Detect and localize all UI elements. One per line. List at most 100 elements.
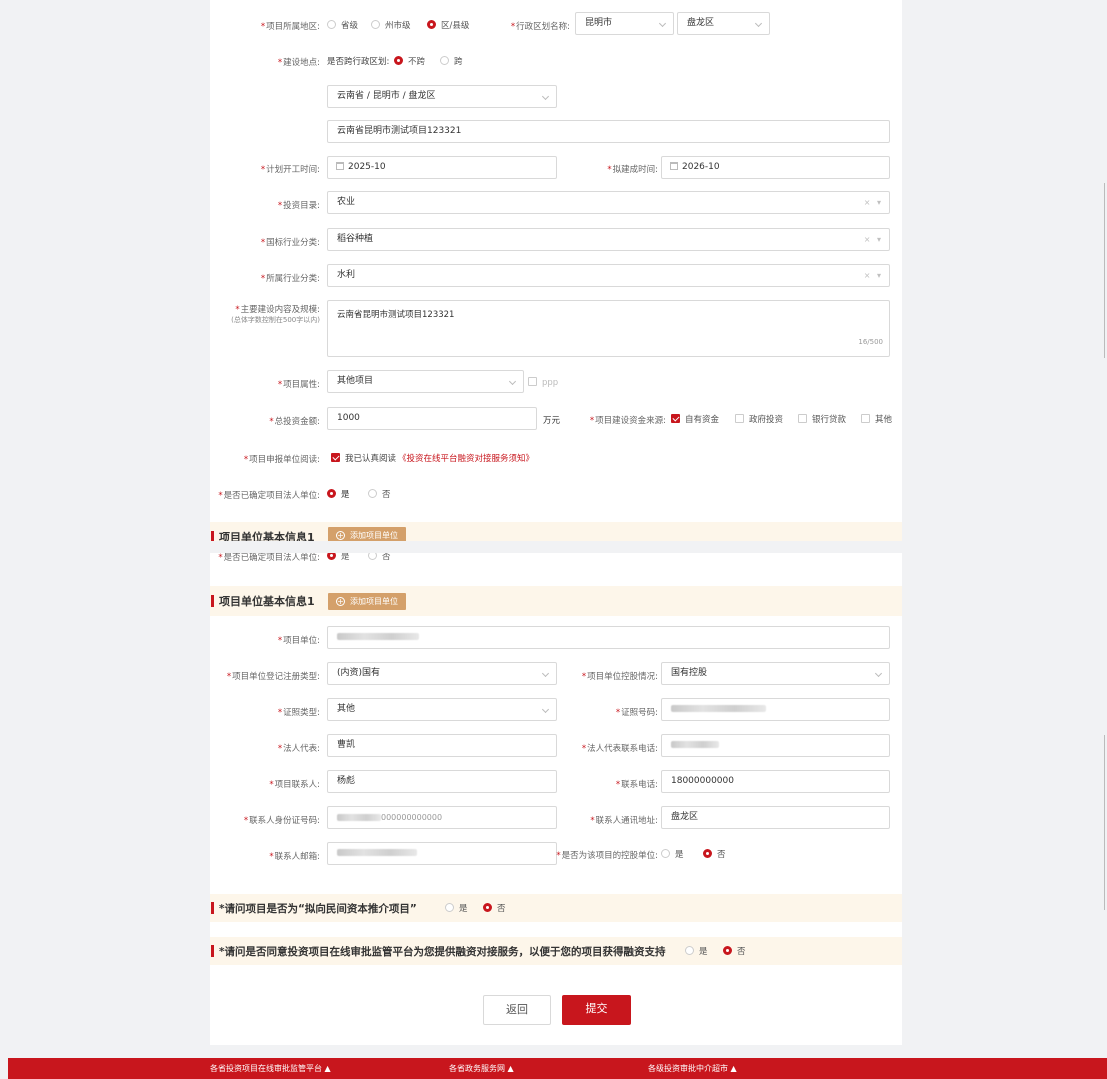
checkbox-icon	[861, 414, 870, 423]
section-marker	[211, 902, 214, 914]
q2-option-no[interactable]: 否	[723, 945, 746, 957]
radio-icon	[685, 946, 694, 955]
clear-icon[interactable]: × ▾	[864, 192, 883, 213]
footer-link-platforms[interactable]: 各省投资项目在线审批监管平台 ▲	[210, 1063, 331, 1074]
funding-option-own[interactable]: 自有资金	[671, 413, 719, 425]
redacted-text	[671, 741, 719, 748]
read-label: *项目申报单位阅读:	[243, 455, 320, 465]
calendar-icon	[336, 162, 344, 170]
region-option-city[interactable]: 州市级	[371, 19, 411, 31]
reg-type-label: *项目单位登记注册类型:	[226, 672, 320, 682]
contact-label: *项目联系人:	[269, 780, 320, 790]
address-input[interactable]: 云南省昆明市测试项目123321	[327, 120, 890, 143]
contact-addr-label: *联系人通讯地址:	[590, 816, 658, 826]
radio-icon	[327, 20, 336, 29]
question-title: *请问项目是否为“拟向民间资本推介项目”	[219, 903, 417, 915]
section-marker	[211, 945, 214, 957]
region-option-county[interactable]: 区/县级	[427, 19, 469, 31]
chevron-down-icon	[541, 92, 550, 101]
cert-type-select[interactable]: 其他	[327, 698, 557, 721]
content-hint: (总体字数控制在500字以内)	[231, 316, 320, 324]
q1-option-yes[interactable]: 是	[445, 902, 468, 914]
contact-id-input[interactable]: 000000000000	[327, 806, 557, 829]
holding-label: *项目单位控股情况:	[581, 672, 658, 682]
footer-link-gov-service[interactable]: 各省政务服务网 ▲	[449, 1063, 514, 1074]
cross-option-no[interactable]: 不跨	[394, 55, 425, 67]
scrollbar-thumb[interactable]	[1104, 735, 1105, 910]
calendar-icon	[670, 162, 678, 170]
form-panel-top: *项目所属地区: 省级 州市级 区/县级 *行政区划名称: 昆明市 盘龙区 *建…	[210, 0, 902, 541]
legal-confirm-yes-partial[interactable]: 是	[327, 553, 350, 562]
holding-select[interactable]: 国有控股	[661, 662, 890, 685]
funding-option-bank[interactable]: 银行贷款	[798, 413, 846, 425]
service-notice-link[interactable]: 《投资在线平台融资对接服务须知》	[398, 452, 534, 464]
scrollbar-thumb[interactable]	[1104, 183, 1105, 358]
industry-select[interactable]: 水利 × ▾	[327, 264, 890, 287]
add-unit-button[interactable]: + 添加项目单位	[328, 593, 406, 610]
contact-input[interactable]: 杨彪	[327, 770, 557, 793]
submit-button[interactable]: 提交	[562, 995, 631, 1025]
legal-confirm-yes[interactable]: 是	[327, 488, 350, 500]
catalog-select[interactable]: 农业 × ▾	[327, 191, 890, 214]
total-unit: 万元	[543, 416, 561, 426]
national-industry-select[interactable]: 稻谷种植 × ▾	[327, 228, 890, 251]
read-checkbox[interactable]: 我已认真阅读	[331, 452, 396, 464]
clear-icon[interactable]: × ▾	[864, 229, 883, 250]
ppp-checkbox[interactable]: ppp	[528, 377, 558, 388]
contact-phone-input[interactable]: 18000000000	[661, 770, 890, 793]
industry-label: *所属行业分类:	[260, 274, 320, 284]
region-cascade-select[interactable]: 云南省 / 昆明市 / 盘龙区	[327, 85, 557, 108]
start-time-picker[interactable]: 2025-10	[327, 156, 557, 179]
redacted-text	[337, 633, 419, 640]
radio-selected-icon	[723, 946, 732, 955]
attribute-label: *项目属性:	[277, 380, 320, 390]
radio-icon	[445, 903, 454, 912]
chevron-down-icon	[508, 377, 517, 386]
legal-confirm-no[interactable]: 否	[368, 488, 391, 500]
radio-icon	[368, 553, 377, 560]
footer-bar: 各省投资项目在线审批监管平台 ▲ 各省政务服务网 ▲ 各级投资审批中介超市 ▲	[8, 1058, 1107, 1079]
contact-id-label: *联系人身份证号码:	[243, 816, 320, 826]
district-select[interactable]: 盘龙区	[677, 12, 770, 35]
back-button[interactable]: 返回	[483, 995, 551, 1025]
admin-name-label: *行政区划名称:	[510, 22, 570, 32]
footer-link-agency-market[interactable]: 各级投资审批中介超市 ▲	[648, 1063, 737, 1074]
checkbox-checked-icon	[331, 453, 340, 462]
q1-option-no[interactable]: 否	[483, 902, 506, 914]
legal-phone-label: *法人代表联系电话:	[581, 744, 658, 754]
funding-option-other[interactable]: 其他	[861, 413, 892, 425]
attribute-select[interactable]: 其他项目	[327, 370, 524, 393]
legal-phone-input[interactable]	[661, 734, 890, 757]
clear-icon[interactable]: × ▾	[864, 265, 883, 286]
cross-option-yes[interactable]: 跨	[440, 55, 463, 67]
is-holding-no[interactable]: 否	[703, 848, 726, 860]
email-input[interactable]	[327, 842, 557, 865]
unit-input[interactable]	[327, 626, 890, 649]
is-holding-yes[interactable]: 是	[661, 848, 684, 860]
radio-icon	[368, 489, 377, 498]
region-option-province[interactable]: 省级	[327, 19, 358, 31]
redacted-text	[671, 705, 766, 712]
content-label: *主要建设内容及规模:	[235, 305, 320, 315]
plus-circle-icon: +	[336, 531, 345, 540]
site-label: *建设地点:	[277, 58, 320, 68]
finish-time-picker[interactable]: 2026-10	[661, 156, 890, 179]
private-capital-question: *请问项目是否为“拟向民间资本推介项目” 是 否	[210, 894, 902, 922]
city-select[interactable]: 昆明市	[575, 12, 674, 35]
funding-label: *项目建设资金来源:	[589, 416, 666, 426]
char-count: 16/500	[858, 338, 883, 346]
legal-rep-input[interactable]: 曹凯	[327, 734, 557, 757]
section-marker	[211, 595, 214, 607]
legal-confirm-no-partial[interactable]: 否	[368, 553, 391, 562]
chevron-down-icon	[874, 669, 883, 678]
funding-option-gov[interactable]: 政府投资	[735, 413, 783, 425]
reg-type-select[interactable]: (内资)国有	[327, 662, 557, 685]
radio-selected-icon	[483, 903, 492, 912]
cert-type-label: *证照类型:	[277, 708, 320, 718]
cert-no-input[interactable]	[661, 698, 890, 721]
total-input[interactable]: 1000	[327, 407, 537, 430]
add-unit-button[interactable]: + 添加项目单位	[328, 527, 406, 541]
q2-option-yes[interactable]: 是	[685, 945, 708, 957]
contact-addr-input[interactable]: 盘龙区	[661, 806, 890, 829]
content-textarea[interactable]: 云南省昆明市测试项目123321 16/500	[327, 300, 890, 357]
